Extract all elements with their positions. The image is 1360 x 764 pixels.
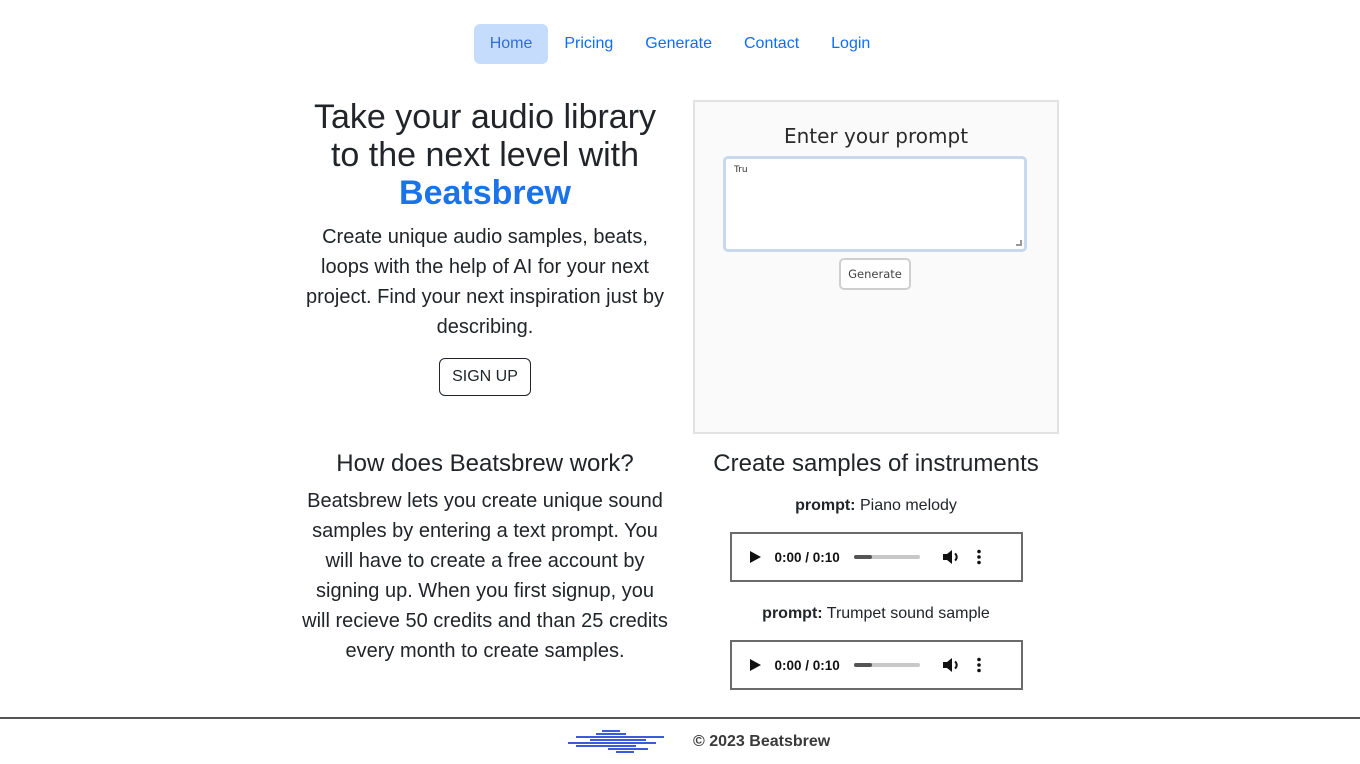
play-icon[interactable] [749,551,761,563]
sample-prompt-text: Piano melody [859,497,957,514]
how-title: How does Beatsbrew work? [336,450,634,477]
seek-bar[interactable] [853,555,920,559]
signup-button[interactable]: SIGN UP [439,358,531,396]
prompt-title: Enter your prompt [783,124,969,148]
player-time: 0:00 / 0:10 [774,657,840,673]
prompt-input[interactable] [723,156,1027,252]
sample-prompt-text: Trumpet sound sample [826,605,990,622]
more-options-icon[interactable] [976,549,982,565]
volume-icon[interactable] [942,657,962,673]
how-it-works-section: How does Beatsbrew work? Beatsbrew lets … [300,448,670,666]
seek-bar-buffer [853,663,873,667]
nav-home[interactable]: Home [473,24,549,64]
hero-title: Take your audio library to the next leve… [300,98,670,212]
seek-bar[interactable] [853,663,920,667]
hero-section: Take your audio library to the next leve… [300,98,670,396]
audio-player: 0:00 / 0:10 [729,532,1023,582]
samples-section: Create samples of instruments prompt: Pi… [693,448,1059,690]
audio-player: 0:00 / 0:10 [729,640,1023,690]
sample-item: prompt: Piano melody 0:00 / 0:10 [693,494,1059,582]
sample-prompt: prompt: Piano melody [693,494,1059,518]
nav-pricing[interactable]: Pricing [548,24,629,64]
more-options-icon[interactable] [976,657,982,673]
beatsbrew-logo-icon [568,730,664,753]
seek-bar-buffer [853,555,873,559]
how-description: Beatsbrew lets you create unique sound s… [302,490,668,662]
samples-title: Create samples of instruments [713,450,1039,477]
hero-description: Create unique audio samples, beats, loop… [306,226,664,338]
prompt-label: prompt: [762,605,823,622]
sample-prompt: prompt: Trumpet sound sample [693,602,1059,626]
play-icon[interactable] [749,659,761,671]
hero-brand: Beatsbrew [399,174,571,212]
footer-copyright: © 2023 Beatsbrew [693,733,831,750]
prompt-label: prompt: [795,497,856,514]
nav-contact[interactable]: Contact [728,24,815,64]
nav-login[interactable]: Login [815,24,886,64]
nav-generate[interactable]: Generate [629,24,728,64]
prompt-panel: Enter your prompt Generate [693,100,1059,434]
volume-icon[interactable] [942,549,962,565]
resize-handle-icon[interactable] [1016,240,1022,246]
generate-button[interactable]: Generate [839,258,911,290]
player-time: 0:00 / 0:10 [774,549,840,565]
hero-title-text: Take your audio library to the next leve… [313,98,657,174]
sample-item: prompt: Trumpet sound sample 0:00 / 0:10 [693,602,1059,690]
footer: © 2023 Beatsbrew [0,717,1360,764]
main-nav: Home Pricing Generate Contact Login [0,24,1360,64]
